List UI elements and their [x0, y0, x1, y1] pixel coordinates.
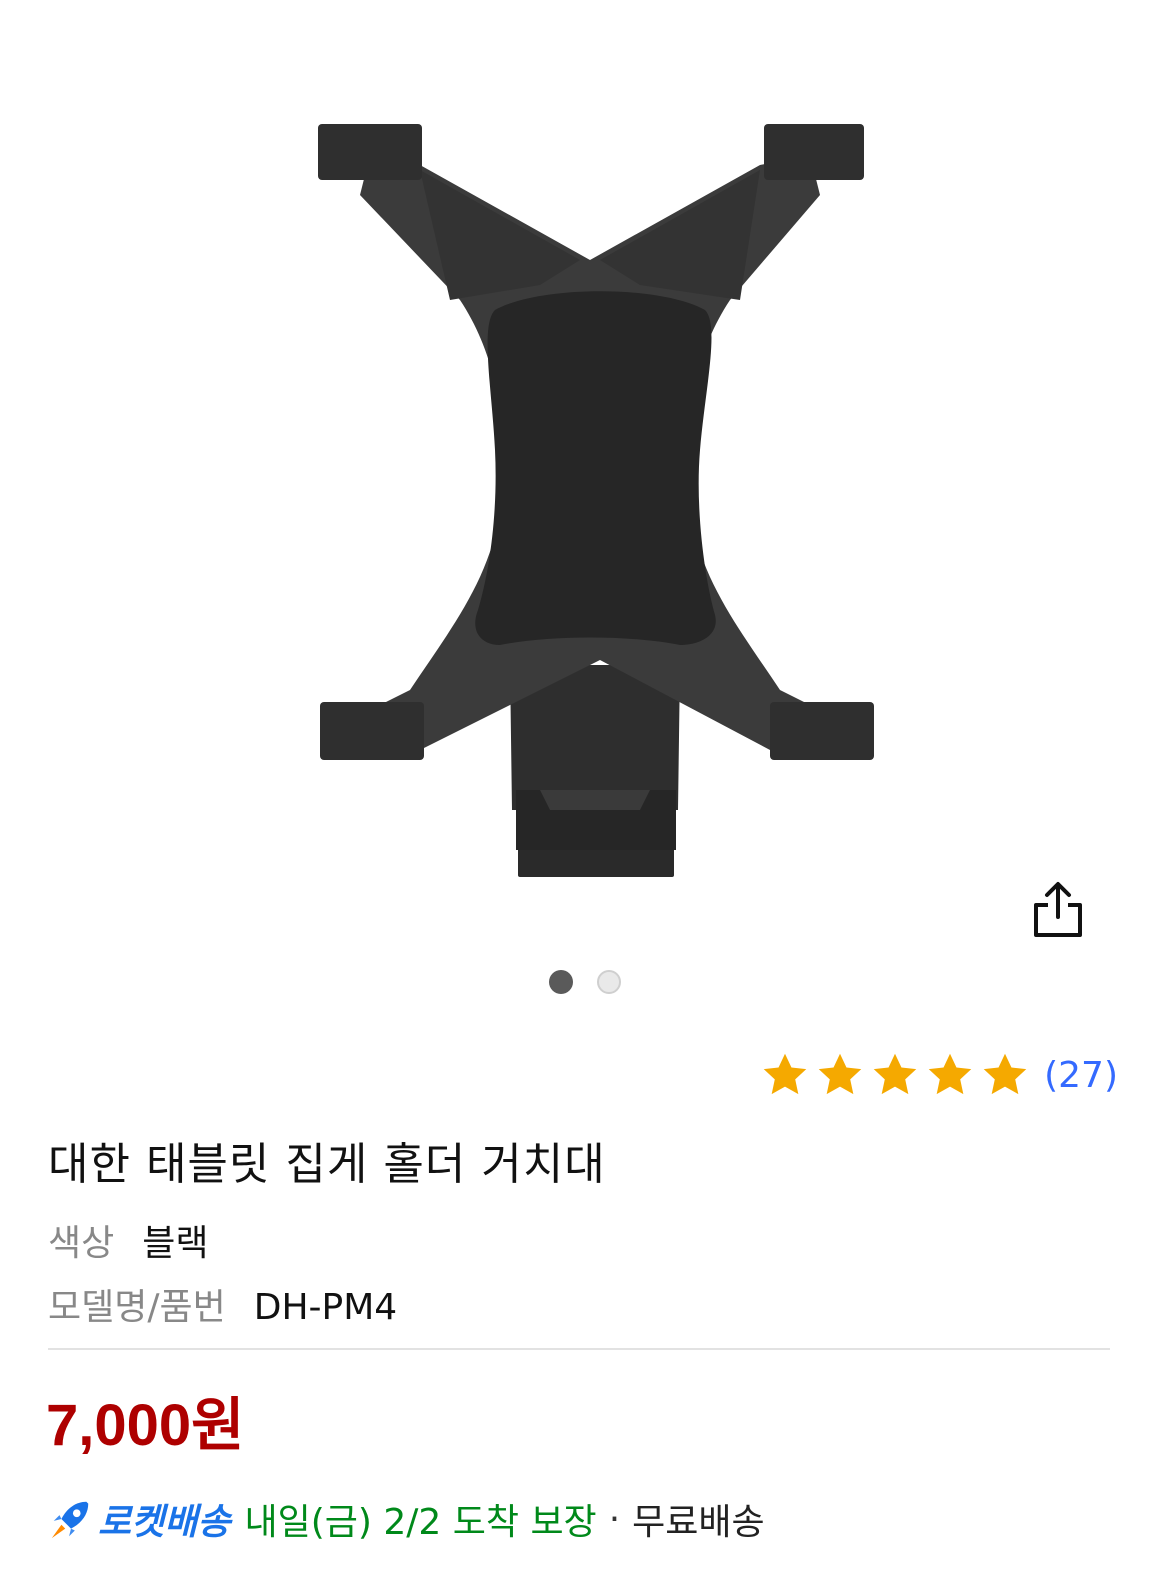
product-title: 대한 태블릿 집게 홀더 거치대 [48, 1139, 606, 1190]
star-icon [818, 1053, 862, 1095]
spec-color-value: 블랙 [142, 1223, 209, 1264]
spec-color-row: 색상 블랙 [48, 1214, 209, 1266]
star-icon [983, 1053, 1027, 1095]
delivery-info: 로켓배송 내일(금) 2/2 도착 보장 · 무료배송 [48, 1493, 765, 1545]
carousel-dot-active[interactable] [549, 970, 573, 994]
carousel-dot[interactable] [597, 970, 621, 994]
product-detail-page: (27) 대한 태블릿 집게 홀더 거치대 색상 블랙 모델명/품번 DH-PM… [0, 0, 1170, 1585]
carousel-indicator [0, 970, 1170, 994]
free-shipping-label: 무료배송 [632, 1502, 765, 1543]
share-button[interactable] [1026, 876, 1090, 942]
spec-model-label: 모델명/품번 [48, 1287, 226, 1328]
star-icon [763, 1053, 807, 1095]
arrival-guarantee: 내일(금) 2/2 도착 보장 [244, 1502, 597, 1543]
spec-model-value: DH-PM4 [253, 1287, 398, 1328]
star-icon [928, 1053, 972, 1095]
separator-dot: · [608, 1498, 621, 1540]
spec-model-row: 모델명/품번 DH-PM4 [48, 1278, 397, 1330]
review-count-link[interactable]: (27) [1044, 1055, 1118, 1096]
tablet-holder-image [318, 124, 874, 877]
product-image-area[interactable] [0, 0, 1170, 1020]
rocket-delivery-label: 로켓배송 [98, 1502, 231, 1543]
share-icon [1034, 882, 1082, 937]
rocket-icon [51, 1501, 89, 1539]
divider [48, 1348, 1110, 1350]
star-icon [873, 1053, 917, 1095]
star-rating [760, 1050, 1030, 1100]
rating-summary[interactable]: (27) [760, 1050, 1118, 1100]
product-price: 7,000원 [46, 1393, 245, 1458]
spec-color-label: 색상 [48, 1223, 115, 1264]
